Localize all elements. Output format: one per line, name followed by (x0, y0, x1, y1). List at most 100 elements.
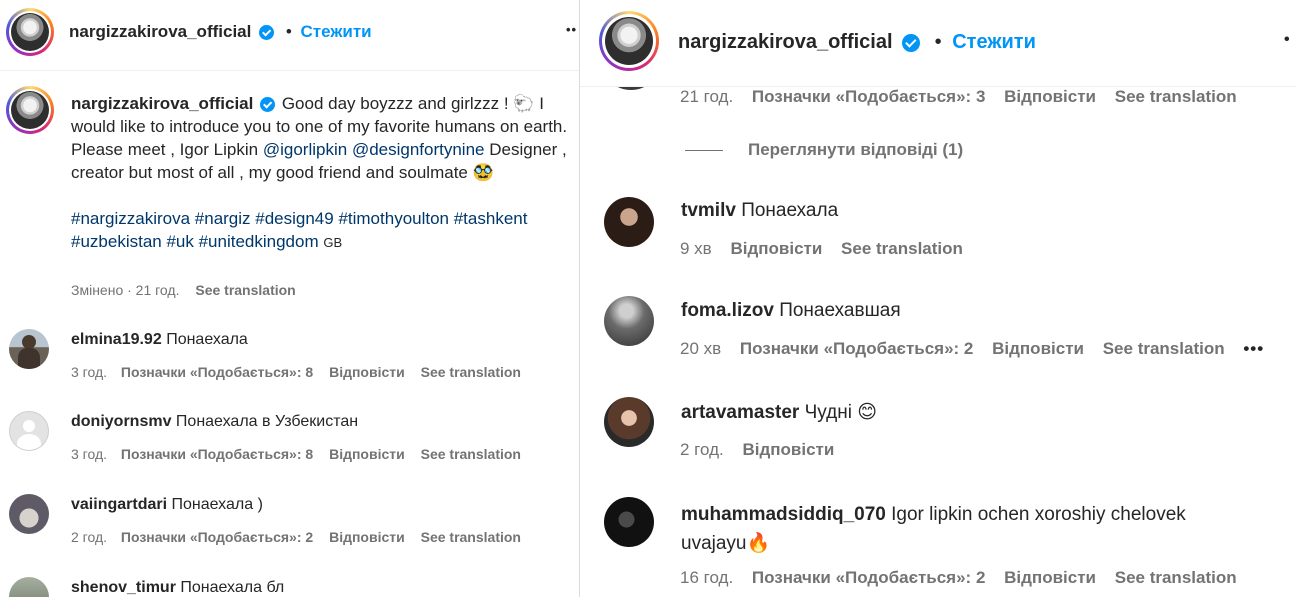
comment-likes[interactable]: Позначки «Подобається»: 2 (740, 339, 973, 358)
comment-likes[interactable]: Позначки «Подобається»: 2 (752, 568, 985, 587)
edited-time: Змінено · 21 год. (71, 282, 180, 298)
verified-badge-icon (259, 25, 275, 41)
comment-time[interactable]: 2 год. (680, 440, 724, 459)
reply-button[interactable]: Відповісти (329, 529, 405, 545)
gb-flag: GB (323, 235, 343, 250)
caption-text-1: Good day boyzzz and girlzzz ! (281, 94, 509, 113)
comment-text-2: uvajayu (681, 533, 747, 554)
comment-username[interactable]: muhammadsiddiq_070 (681, 504, 886, 525)
header-separator: • (285, 22, 292, 41)
header-title-row: nargizzakirova_official • Стежити (678, 30, 1036, 54)
view-replies-button[interactable]: Переглянути відповіді (1) (748, 140, 963, 160)
more-options-icon[interactable]: • (1284, 31, 1291, 49)
comment-avatar[interactable] (604, 296, 654, 346)
default-avatar-icon[interactable] (9, 411, 49, 451)
comment-likes[interactable]: Позначки «Подобається»: 2 (121, 529, 313, 545)
reply-button[interactable]: Відповісти (329, 446, 405, 462)
comment-meta: 9 хв Відповісти See translation (680, 239, 963, 259)
more-options-icon[interactable]: •• (566, 22, 577, 37)
right-post-panel: 21 год. Позначки «Подобається»: 3 Відпов… (579, 0, 1296, 597)
see-translation-button[interactable]: See translation (1115, 568, 1237, 587)
comment-meta: 20 хв Позначки «Подобається»: 2 Відповіс… (680, 339, 1264, 359)
comment-text: Понаехала бл (180, 579, 285, 596)
comment-meta: 16 год. Позначки «Подобається»: 2 Відпов… (680, 568, 1237, 588)
comment-time[interactable]: 9 хв (680, 239, 712, 258)
verified-badge-icon (902, 33, 921, 52)
see-translation-button[interactable]: See translation (841, 239, 963, 258)
header-avatar-ring[interactable] (6, 8, 54, 56)
caption-username[interactable]: nargizzakirova_official (71, 94, 253, 113)
comment-body: tvmilv Понаехала (681, 200, 838, 222)
comment-avatar[interactable] (9, 329, 49, 369)
comment-time[interactable]: 3 год. (71, 446, 107, 462)
caption-avatar (11, 91, 49, 129)
comment-time[interactable]: 21 год. (680, 87, 733, 106)
comment-body: vaiingartdari Понаехала ) (71, 496, 263, 514)
comment-username[interactable]: shenov_timur (71, 579, 176, 596)
comment-text: Понаехавшая (779, 300, 901, 321)
comment-body: elmina19.92 Понаехала (71, 331, 248, 349)
caption-meta: Змінено · 21 год. See translation (71, 282, 296, 298)
post-header: nargizzakirova_official • Стежити (69, 22, 372, 42)
comment-text-1: Igor lipkin ochen xoroshiy chelovek (891, 504, 1186, 525)
comment-username[interactable]: artavamaster (681, 402, 799, 423)
header-separator: • (934, 31, 942, 53)
reply-button[interactable]: Відповісти (329, 364, 405, 380)
post-header: nargizzakirova_official • Стежити • (580, 0, 1296, 87)
comment-avatar[interactable] (604, 497, 654, 547)
see-translation-button[interactable]: See translation (421, 446, 521, 462)
comment-time[interactable]: 16 год. (680, 568, 733, 587)
comment-likes[interactable]: Позначки «Подобається»: 8 (121, 446, 313, 462)
mention-igorlipkin[interactable]: @igorlipkin (263, 140, 347, 159)
comment-username[interactable]: foma.lizov (681, 300, 774, 321)
comment-time[interactable]: 2 год. (71, 529, 107, 545)
reply-button[interactable]: Відповісти (992, 339, 1084, 358)
caption-see-translation[interactable]: See translation (195, 282, 295, 298)
see-translation-button[interactable]: See translation (421, 529, 521, 545)
comment-likes[interactable]: Позначки «Подобається»: 3 (752, 87, 985, 106)
disguise-emoji-icon: 🥸 (472, 163, 494, 182)
left-post-panel: nargizzakirova_official • Стежити •• nar… (0, 0, 579, 597)
header-username[interactable]: nargizzakirova_official (69, 22, 251, 41)
comment-text: Понаехала (166, 331, 248, 348)
comment-text: Чудні (804, 402, 852, 423)
follow-button[interactable]: Стежити (952, 31, 1036, 53)
hashtags-line-1[interactable]: #nargizzakirova #nargiz #design49 #timot… (71, 207, 576, 230)
reply-button[interactable]: Відповісти (1004, 87, 1096, 106)
comment-body: artavamaster Чудні 😊 (681, 401, 877, 424)
see-translation-button[interactable]: See translation (1103, 339, 1225, 358)
comment-text: Понаехала ) (171, 496, 263, 513)
comment-username[interactable]: doniyornsmv (71, 413, 171, 430)
comment-username[interactable]: vaiingartdari (71, 496, 167, 513)
comment-body: muhammadsiddiq_070 Igor lipkin ochen xor… (681, 500, 1186, 558)
comment-avatar[interactable] (604, 397, 654, 447)
comment-likes[interactable]: Позначки «Подобається»: 8 (121, 364, 313, 380)
comment-body: doniyornsmv Понаехала в Узбекистан (71, 413, 358, 431)
comment-meta: 3 год. Позначки «Подобається»: 8 Відпові… (71, 446, 521, 462)
reply-button[interactable]: Відповісти (730, 239, 822, 258)
reply-button[interactable]: Відповісти (742, 440, 834, 459)
mention-designfortynine[interactable]: @designfortynine (352, 140, 485, 159)
see-translation-button[interactable]: See translation (421, 364, 521, 380)
comment-avatar[interactable] (604, 197, 654, 247)
comment-avatar[interactable] (9, 577, 49, 597)
comment-text: Понаехала (741, 200, 839, 221)
hashtags-line-2[interactable]: #uzbekistan #uk #unitedkingdom (71, 232, 319, 251)
follow-button[interactable]: Стежити (301, 22, 372, 41)
comment-avatar[interactable] (9, 494, 49, 534)
comment-time[interactable]: 20 хв (680, 339, 721, 358)
header-avatar-ring[interactable] (599, 11, 659, 71)
post-caption: nargizzakirova_official Good day boyzzz … (71, 92, 576, 254)
comment-meta: 3 год. Позначки «Подобається»: 8 Відпові… (71, 364, 521, 380)
header-username[interactable]: nargizzakirova_official (678, 31, 893, 53)
reply-button[interactable]: Відповісти (1004, 568, 1096, 587)
comment-text: Понаехала в Узбекистан (175, 413, 359, 430)
see-translation-button[interactable]: See translation (1115, 87, 1237, 106)
comment-more-icon[interactable]: ••• (1243, 339, 1264, 358)
comment-time[interactable]: 3 год. (71, 364, 107, 380)
comment-meta: 21 год. Позначки «Подобається»: 3 Відпов… (680, 87, 1237, 107)
caption-avatar-ring[interactable] (6, 86, 54, 134)
comment-username[interactable]: elmina19.92 (71, 331, 162, 348)
verified-badge-icon (260, 97, 276, 113)
comment-username[interactable]: tvmilv (681, 200, 736, 221)
